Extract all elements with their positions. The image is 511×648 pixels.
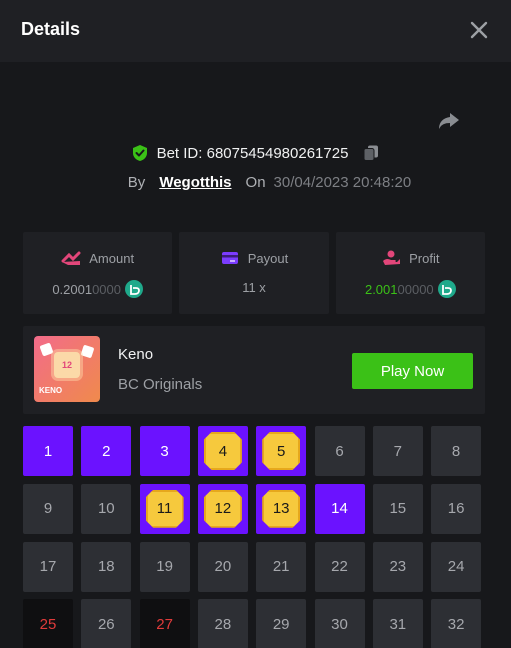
keno-cell: 17	[23, 541, 73, 592]
thumb-logo-text: KENO	[39, 386, 63, 395]
payout-label: Payout	[247, 250, 289, 266]
keno-cell: 3	[139, 426, 190, 476]
keno-cell: 22	[314, 541, 365, 592]
keno-cell: 29	[256, 599, 307, 648]
game-provider: BC Originals	[118, 376, 203, 393]
keno-cell: 24	[431, 541, 482, 592]
gem-icon: 12	[203, 489, 242, 528]
keno-cell: 16	[431, 483, 482, 534]
amount-icon	[61, 251, 81, 265]
gem-icon: 5	[262, 432, 301, 470]
keno-cell: 20	[197, 541, 248, 592]
keno-cell: 2	[81, 426, 132, 476]
keno-cell: 18	[81, 541, 132, 592]
keno-cell: 4	[197, 426, 248, 476]
amount-label: Amount	[89, 250, 135, 266]
keno-cell: 8	[431, 426, 482, 476]
keno-cell: 14	[314, 483, 365, 534]
profit-icon	[383, 250, 401, 265]
coin-icon	[437, 280, 456, 298]
coin-icon	[125, 280, 143, 298]
user-link[interactable]: Wegotthis	[159, 174, 231, 191]
profit-value-dim: 00000	[397, 281, 434, 297]
keno-cell: 1	[23, 426, 73, 476]
keno-cell: 7	[372, 426, 423, 476]
keno-cell: 27	[139, 599, 190, 648]
amount-value: 0.2001	[52, 281, 93, 297]
game-name[interactable]: Keno	[118, 346, 153, 363]
gem-icon: 12	[54, 352, 80, 378]
keno-cell: 12	[197, 483, 248, 534]
keno-cell: 11	[139, 483, 190, 534]
payout-icon	[221, 252, 238, 264]
bet-stats: Amount 0.20010000 Payout 11 x Profit 2.0…	[23, 232, 485, 314]
keno-cell: 6	[314, 426, 365, 476]
keno-cell: 26	[81, 599, 132, 648]
gem-icon: 13	[262, 489, 301, 528]
keno-cell: 23	[372, 541, 423, 592]
keno-cell: 25	[23, 599, 73, 648]
game-card: 12 KENO Keno BC Originals Play Now	[23, 326, 485, 414]
keno-cell: 10	[81, 483, 132, 534]
profit-label: Profit	[409, 250, 440, 266]
profit-value: 2.001	[364, 281, 398, 297]
profit-card: Profit 2.00100000	[335, 232, 485, 314]
bet-meta-row: By Wegotthis On 30/04/2023 20:48:20	[0, 171, 511, 193]
bet-id-row: Bet ID: 68075454980261725	[0, 141, 511, 165]
keno-cell: 32	[431, 599, 482, 648]
keno-cell: 28	[197, 599, 248, 648]
keno-cell: 30	[314, 599, 365, 648]
close-icon[interactable]	[466, 17, 492, 43]
payout-value: 11 x	[242, 280, 266, 295]
payout-card: Payout 11 x	[179, 232, 329, 314]
amount-card: Amount 0.20010000	[23, 232, 173, 314]
bet-id: Bet ID: 68075454980261725	[156, 144, 349, 162]
keno-cell: 31	[372, 599, 423, 648]
shield-check-icon	[131, 144, 149, 162]
game-thumbnail[interactable]: 12 KENO	[34, 336, 100, 402]
keno-cell: 5	[256, 426, 307, 476]
on-label: On	[245, 173, 266, 191]
keno-cell: 13	[256, 483, 307, 534]
page-title: Details	[21, 19, 81, 39]
keno-cell: 9	[23, 483, 73, 534]
bet-date: 30/04/2023 20:48:20	[273, 173, 412, 191]
gem-icon: 11	[145, 489, 184, 528]
keno-cell: 15	[372, 483, 423, 534]
copy-icon[interactable]	[362, 144, 380, 162]
by-label: By	[127, 173, 146, 191]
amount-value-dim: 0000	[92, 281, 121, 297]
gem-icon: 4	[203, 432, 242, 470]
keno-cell: 19	[139, 541, 190, 592]
play-now-button[interactable]: Play Now	[352, 353, 473, 389]
details-header: Details	[0, 0, 511, 62]
keno-cell: 21	[256, 541, 307, 592]
share-icon[interactable]	[436, 108, 462, 134]
